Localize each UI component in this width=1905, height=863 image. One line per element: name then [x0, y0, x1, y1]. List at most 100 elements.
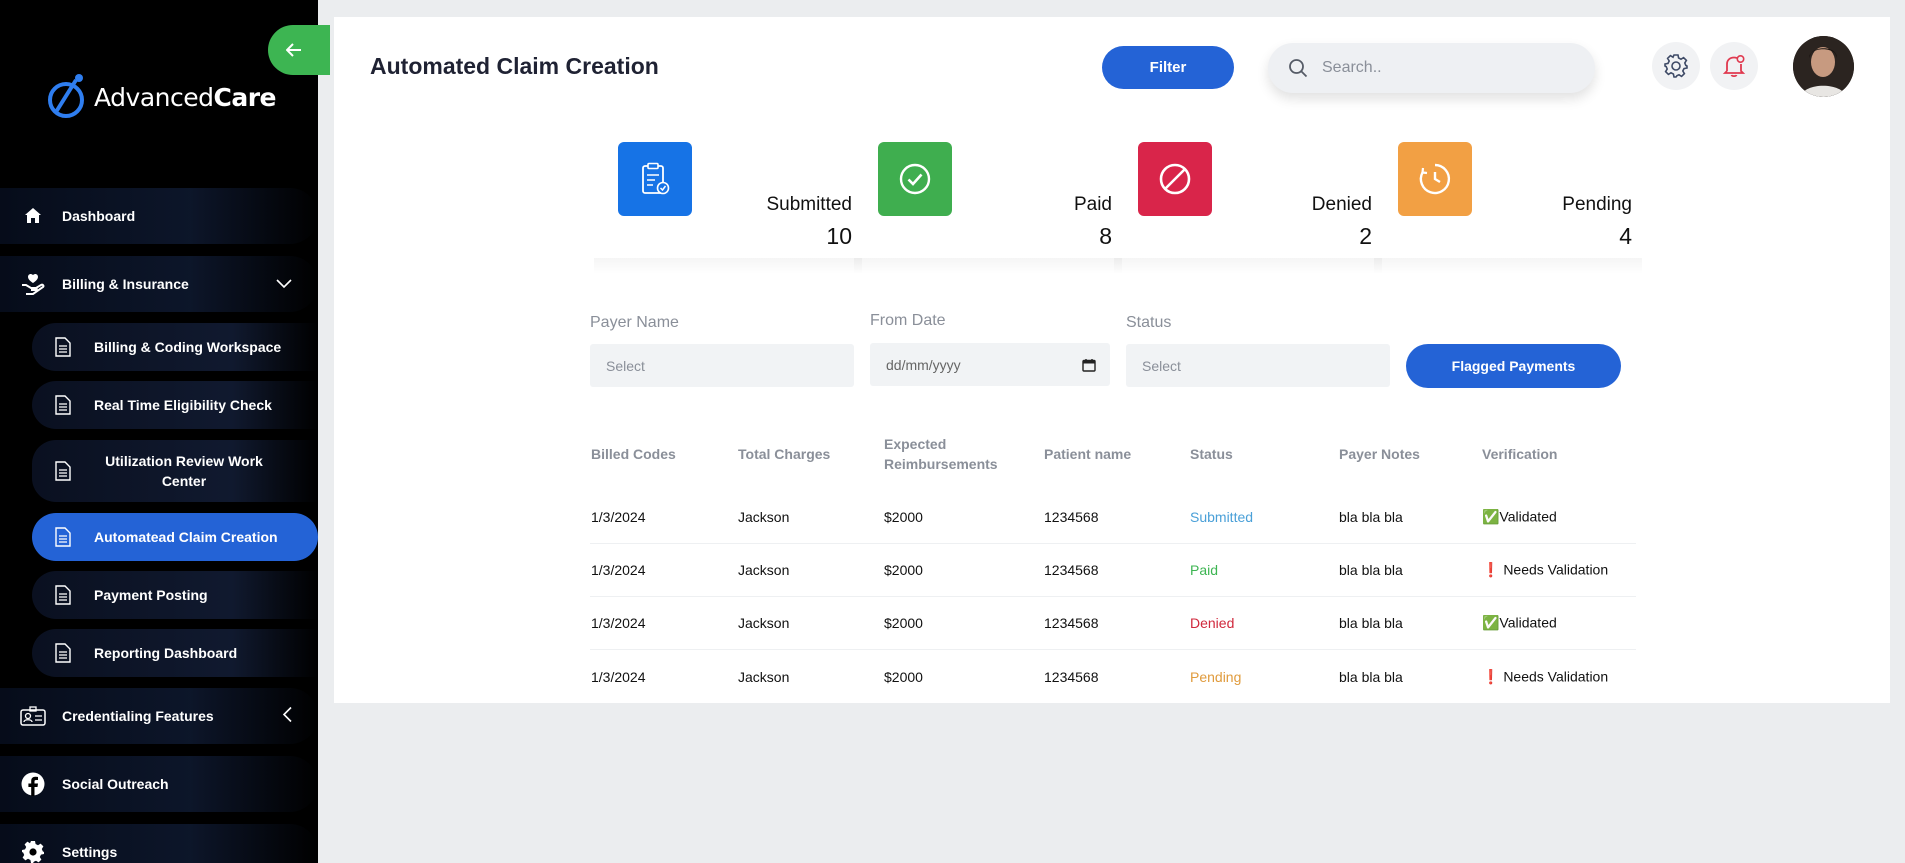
- sidebar-item-label: Social Outreach: [62, 776, 169, 792]
- search-bar[interactable]: [1268, 43, 1595, 93]
- status-label: Status: [1126, 314, 1172, 331]
- payer-name-select[interactable]: Select: [590, 344, 854, 387]
- table-row[interactable]: 1/3/2024 Jackson $2000 1234568 Pending b…: [590, 650, 1636, 703]
- cell-total-charges: Jackson: [738, 668, 790, 685]
- stat-submitted: Submitted 10: [594, 142, 862, 274]
- sidebar-item-reporting-dashboard[interactable]: Reporting Dashboard: [32, 629, 318, 677]
- cell-expected-reimbursement: $2000: [884, 562, 923, 578]
- cell-verification: ✅Validated: [1482, 508, 1557, 525]
- column-header-billed-codes: Billed Codes: [591, 446, 676, 462]
- document-icon: [52, 395, 74, 415]
- hand-heart-icon: [18, 271, 48, 297]
- calendar-icon[interactable]: [1082, 358, 1096, 372]
- stat-divider: [1374, 258, 1642, 274]
- check-circle-icon: [899, 163, 931, 195]
- stat-value: 10: [826, 223, 852, 249]
- brand-name: AdvancedCare: [94, 82, 277, 112]
- sidebar-item-dashboard[interactable]: Dashboard: [0, 188, 318, 244]
- cell-status: Denied: [1190, 615, 1235, 631]
- stat-value: 4: [1619, 223, 1632, 249]
- home-icon: [18, 207, 48, 225]
- stat-label: Submitted: [766, 194, 852, 215]
- table-row[interactable]: 1/3/2024 Jackson $2000 1234568 Denied bl…: [590, 597, 1636, 650]
- stat-label: Paid: [1073, 194, 1112, 215]
- sidebar-item-billing-insurance[interactable]: Billing & Insurance: [0, 256, 318, 312]
- chevron-left-icon[interactable]: [282, 706, 292, 726]
- sidebar-item-label: Automatead Claim Creation: [94, 529, 278, 545]
- sidebar-item-automated-claim-creation[interactable]: Automatead Claim Creation: [32, 513, 318, 561]
- cell-patient-name: 1234568: [1044, 562, 1099, 578]
- cell-expected-reimbursement: $2000: [884, 509, 923, 525]
- sidebar-item-settings[interactable]: Settings: [0, 824, 318, 863]
- sidebar-item-utilization-review[interactable]: Utilization Review Work Center: [32, 440, 318, 502]
- cell-total-charges: Jackson: [738, 509, 790, 525]
- cell-expected-reimbursement: $2000: [884, 668, 923, 685]
- document-icon: [52, 337, 74, 357]
- cell-billed-codes: 1/3/2024: [591, 668, 646, 685]
- sidebar-item-real-time-eligibility[interactable]: Real Time Eligibility Check: [32, 381, 318, 429]
- sidebar-item-billing-coding-workspace[interactable]: Billing & Coding Workspace: [32, 323, 318, 371]
- sidebar-item-label: Utilization Review Work Center: [105, 453, 263, 489]
- column-header-expected-reimbursements: Expected Reimbursements: [884, 436, 998, 472]
- sidebar-item-label: Billing & Insurance: [62, 276, 189, 292]
- cell-verification: ✅Validated: [1482, 614, 1557, 631]
- column-header-patient-name: Patient name: [1044, 446, 1132, 462]
- cell-verification: ❗ Needs Validation: [1482, 561, 1609, 578]
- stat-badge: [878, 142, 952, 216]
- gear-icon: [18, 840, 48, 863]
- stat-value: 8: [1099, 223, 1112, 249]
- arrow-left-icon: [286, 43, 301, 57]
- sidebar-item-label: Payment Posting: [94, 587, 208, 603]
- cell-patient-name: 1234568: [1044, 509, 1099, 525]
- main-panel: Automated Claim Creation Filter Submitte…: [334, 17, 1890, 703]
- brand-logo[interactable]: AdvancedCare: [46, 72, 277, 122]
- page-title: Automated Claim Creation: [370, 53, 659, 79]
- stat-denied: Denied 2: [1114, 142, 1382, 274]
- user-avatar[interactable]: [1793, 36, 1854, 97]
- column-header-payer-notes: Payer Notes: [1339, 446, 1420, 462]
- logo-mark-icon: [48, 74, 84, 118]
- stat-badge: [1398, 142, 1472, 216]
- stat-paid: Paid 8: [854, 142, 1122, 274]
- cell-expected-reimbursement: $2000: [884, 615, 923, 631]
- from-date-input[interactable]: dd/mm/yyyy: [870, 343, 1110, 386]
- notifications-button[interactable]: [1710, 42, 1758, 90]
- table-row[interactable]: 1/3/2024 Jackson $2000 1234568 Submitted…: [590, 491, 1636, 544]
- sidebar-item-label: Settings: [62, 844, 118, 860]
- cell-payer-notes: bla bla bla: [1339, 615, 1403, 631]
- from-date-label: From Date: [870, 312, 946, 329]
- settings-button[interactable]: [1652, 42, 1700, 90]
- cell-payer-notes: bla bla bla: [1339, 509, 1403, 525]
- cell-verification: ❗ Needs Validation: [1482, 668, 1609, 684]
- search-input[interactable]: [1322, 59, 1572, 77]
- column-header-total-charges: Total Charges: [738, 446, 831, 462]
- document-icon: [52, 461, 74, 481]
- cell-status: Submitted: [1190, 509, 1254, 525]
- collapse-sidebar-button[interactable]: [268, 25, 330, 75]
- cell-total-charges: Jackson: [738, 562, 790, 578]
- table-row[interactable]: 1/3/2024 Jackson $2000 1234568 Paid bla …: [590, 544, 1636, 597]
- flagged-payments-button[interactable]: Flagged Payments: [1406, 344, 1621, 388]
- gear-icon: [1664, 54, 1688, 78]
- cell-billed-codes: 1/3/2024: [591, 615, 646, 631]
- sidebar-item-social-outreach[interactable]: Social Outreach: [0, 756, 318, 812]
- cell-status: Pending: [1190, 668, 1242, 685]
- chevron-down-icon[interactable]: [276, 276, 292, 292]
- cell-payer-notes: bla bla bla: [1339, 668, 1403, 685]
- status-select[interactable]: Select: [1126, 344, 1390, 387]
- sidebar-item-credentialing[interactable]: Credentialing Features: [0, 688, 318, 744]
- sidebar-item-label: Dashboard: [62, 208, 136, 224]
- brand-name-bold: Care: [213, 82, 277, 112]
- stat-divider: [1114, 258, 1382, 274]
- facebook-icon: [18, 772, 48, 796]
- stat-badge: [618, 142, 692, 216]
- sidebar-item-label: Billing & Coding Workspace: [94, 339, 282, 355]
- sidebar-item-payment-posting[interactable]: Payment Posting: [32, 571, 318, 619]
- filter-button[interactable]: Filter: [1102, 46, 1234, 89]
- column-header-status: Status: [1190, 446, 1233, 462]
- sidebar-item-label: Reporting Dashboard: [94, 645, 238, 661]
- document-icon: [52, 585, 74, 605]
- cell-patient-name: 1234568: [1044, 668, 1099, 685]
- stat-divider: [854, 258, 1122, 274]
- stat-pending: Pending 4: [1374, 142, 1642, 274]
